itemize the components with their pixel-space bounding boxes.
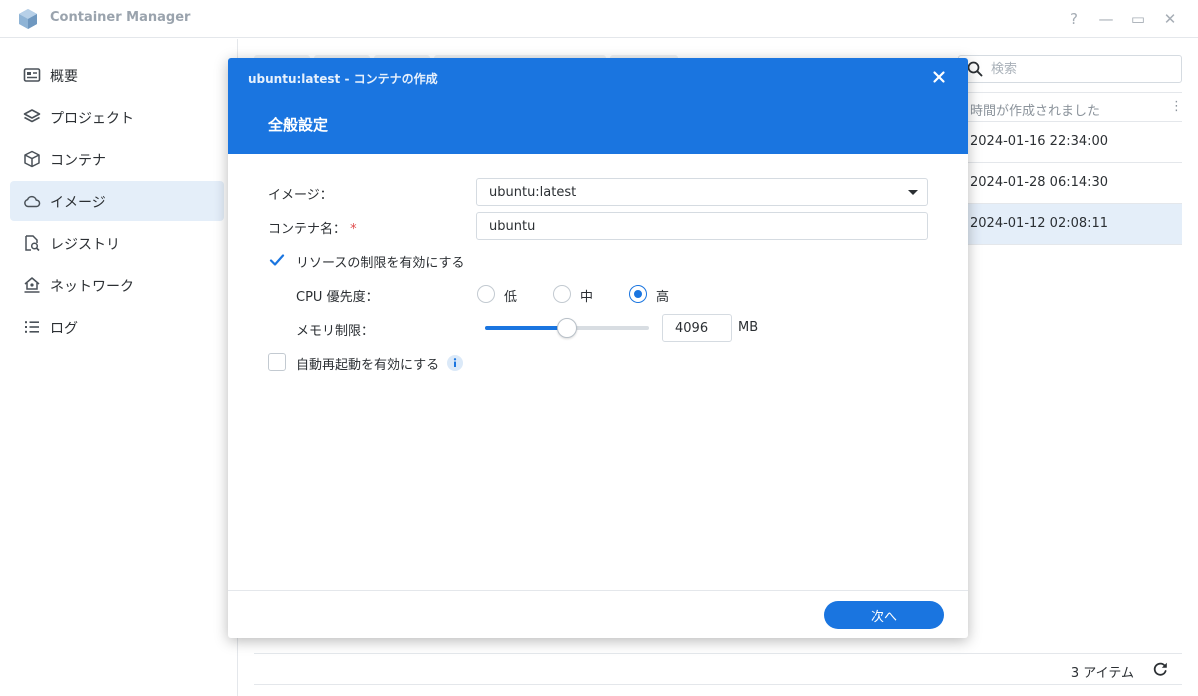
cpu-priority-label: CPU 優先度： [296,290,379,305]
info-icon[interactable] [446,354,464,372]
section-title: 全般設定 [268,116,329,134]
table-row[interactable]: 2024-01-12 02:08:11 [954,204,1182,245]
help-icon[interactable]: ? [1064,9,1084,29]
memory-slider-handle[interactable] [557,318,577,338]
memory-slider[interactable] [485,318,649,338]
memory-unit: MB [738,320,759,335]
sidebar-item-container[interactable]: コンテナ [10,139,224,179]
sidebar-item-label: イメージ [50,195,106,211]
sidebar-item-project[interactable]: プロジェクト [10,97,224,137]
image-select[interactable]: ubuntu:latest [476,178,928,206]
close-icon[interactable] [930,68,948,86]
sidebar-item-label: レジストリ [50,237,120,253]
created-time-cell: 2024-01-16 22:34:00 [970,134,1109,149]
memory-slider-fill [485,326,567,330]
sidebar-item-label: ログ [50,321,78,337]
column-menu-icon[interactable]: ⋮ [1170,99,1183,115]
auto-restart-checkbox[interactable] [268,353,286,371]
auto-restart-label: 自動再起動を有効にする [296,358,440,373]
cpu-priority-low-label: 低 [504,290,518,305]
search-box[interactable] [958,55,1182,83]
overview-icon [23,68,41,82]
cpu-priority-medium-label: 中 [580,290,594,305]
dialog-title: ubuntu:latest - コンテナの作成 [248,72,438,86]
sidebar: 概要 プロジェクト コンテナ イメージ レジストリ ネットワーク ログ [0,39,238,696]
sidebar-item-registry[interactable]: レジストリ [10,223,224,263]
memory-value-input[interactable] [662,314,732,342]
image-label: イメージ： [268,188,333,203]
list-footer: 3 アイテム [254,653,1182,685]
created-time-cell: 2024-01-28 06:14:30 [970,175,1109,190]
minimize-icon[interactable]: — [1096,9,1116,29]
column-header-created-time[interactable]: 時間が作成されました ⋮ [954,92,1183,122]
cpu-priority-high-radio[interactable] [629,285,647,303]
sidebar-item-log[interactable]: ログ [10,307,224,347]
item-count: 3 アイテム [1070,666,1134,681]
container-name-field[interactable] [476,212,928,240]
sidebar-item-image[interactable]: イメージ [10,181,224,221]
refresh-icon[interactable] [1152,661,1168,677]
cpu-priority-medium-radio[interactable] [553,285,571,303]
container-manager-logo-icon [19,9,37,29]
checkmark-icon [269,254,285,266]
app-title: Container Manager [50,10,191,25]
sidebar-item-label: プロジェクト [50,111,134,127]
container-name-label-text: コンテナ名： [268,222,347,237]
dialog-header: ubuntu:latest - コンテナの作成 全般設定 [228,58,968,154]
search-icon [967,61,983,77]
created-time-cell: 2024-01-12 02:08:11 [970,216,1109,231]
resource-limit-label: リソースの制限を有効にする [296,256,465,271]
list-icon [25,321,39,333]
cube-icon [24,150,40,168]
search-input[interactable] [991,60,1171,78]
next-button[interactable]: 次へ [824,601,944,629]
sidebar-item-overview[interactable]: 概要 [10,55,224,95]
home-network-icon [24,277,40,293]
cloud-icon [24,195,41,208]
memory-limit-label: メモリ制限： [296,324,375,339]
create-container-dialog: ubuntu:latest - コンテナの作成 全般設定 イメージ： ubunt… [228,58,968,638]
column-header-label: 時間が作成されました [970,104,1101,119]
cpu-priority-low-radio[interactable] [477,285,495,303]
maximize-icon[interactable]: ▭ [1128,9,1148,29]
required-asterisk: * [350,222,357,237]
layers-icon [23,109,41,123]
window-close-icon[interactable]: ✕ [1160,9,1180,29]
sidebar-item-label: ネットワーク [50,279,134,295]
container-name-label: コンテナ名： * [268,218,357,237]
chevron-down-icon [908,190,918,195]
table-row[interactable]: 2024-01-16 22:34:00 [954,122,1182,163]
sidebar-item-label: コンテナ [50,153,106,169]
resource-limit-checkbox[interactable] [268,251,286,269]
table-row[interactable]: 2024-01-28 06:14:30 [954,163,1182,204]
sidebar-item-network[interactable]: ネットワーク [10,265,224,305]
title-bar: Container Manager ? — ▭ ✕ [0,0,1198,38]
registry-search-icon [25,235,40,252]
sidebar-item-label: 概要 [50,69,78,85]
image-select-value: ubuntu:latest [489,185,577,200]
cpu-priority-high-label: 高 [656,290,670,305]
dialog-footer: 次へ [228,590,968,638]
